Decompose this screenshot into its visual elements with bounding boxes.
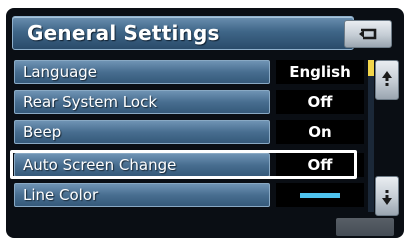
line-color-swatch	[300, 193, 340, 198]
setting-label: Language	[23, 63, 98, 81]
line-color-button[interactable]: Line Color	[14, 183, 270, 207]
page-title: General Settings	[27, 21, 220, 45]
language-button[interactable]: Language	[14, 60, 270, 84]
scroll-up-arrow-icon	[382, 71, 392, 86]
scroll-up-button[interactable]	[375, 60, 399, 100]
scroll-down-arrow-icon	[382, 190, 392, 205]
beep-button[interactable]: Beep	[14, 120, 270, 144]
back-button[interactable]	[344, 20, 392, 48]
setting-label: Beep	[23, 123, 62, 141]
rear-system-lock-button[interactable]: Rear System Lock	[14, 90, 270, 114]
setting-value: Off	[276, 90, 364, 114]
disabled-corner-button	[336, 218, 394, 236]
setting-label: Line Color	[23, 186, 99, 204]
setting-value	[276, 183, 364, 207]
scrollbar-track[interactable]	[368, 60, 374, 212]
selection-highlight	[10, 150, 357, 179]
setting-value: English	[276, 60, 364, 84]
setting-value: On	[276, 120, 364, 144]
settings-screen: General Settings Language English Rear S…	[6, 8, 404, 238]
scroll-down-button[interactable]	[375, 176, 399, 216]
header-bar: General Settings	[12, 16, 354, 50]
return-arrow-icon	[359, 28, 377, 40]
scrollbar-thumb[interactable]	[368, 60, 374, 76]
setting-label: Rear System Lock	[23, 93, 158, 111]
